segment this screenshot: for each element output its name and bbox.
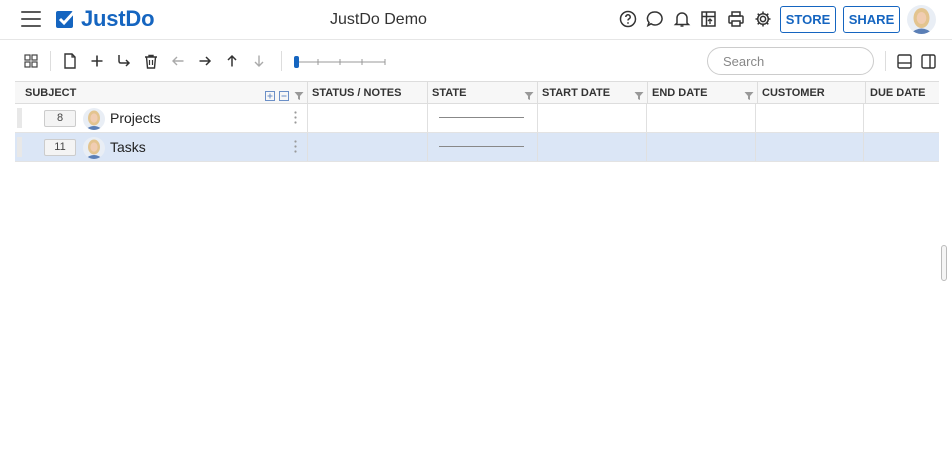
drag-handle[interactable]	[17, 137, 22, 157]
row-menu-icon[interactable]	[294, 140, 297, 153]
hamburger-menu-icon[interactable]	[21, 11, 41, 27]
collapse-all-icon[interactable]	[279, 87, 289, 101]
arrow-up-icon[interactable]	[224, 53, 240, 69]
task-title[interactable]: Projects	[110, 110, 161, 126]
logo-check-icon	[56, 9, 77, 28]
column-header-customer[interactable]: CUSTOMER	[758, 82, 866, 104]
filter-icon[interactable]	[744, 87, 754, 100]
toolbar-divider	[50, 51, 51, 71]
toolbar-divider	[281, 51, 282, 71]
column-header-state[interactable]: STATE	[428, 82, 538, 104]
add-subtask-icon[interactable]	[116, 53, 132, 69]
column-label: END DATE	[652, 87, 708, 99]
filter-icon[interactable]	[524, 87, 534, 100]
add-icon[interactable]	[89, 53, 105, 69]
top-navbar: JustDo JustDo Demo STORE SHARE	[0, 0, 952, 40]
column-label: STATUS / NOTES	[312, 87, 402, 99]
subject-cell[interactable]: 8 Projects	[15, 104, 308, 132]
column-label: DUE DATE	[870, 87, 926, 99]
apps-icon[interactable]	[700, 10, 718, 28]
due-date-cell[interactable]	[864, 104, 939, 132]
customer-cell[interactable]	[756, 104, 864, 132]
row-menu-icon[interactable]	[294, 111, 297, 124]
bell-icon[interactable]	[673, 10, 691, 28]
grid-header: SUBJECT STATUS / NOTES STATE START DATE	[15, 81, 939, 104]
column-header-subject[interactable]: SUBJECT	[15, 82, 308, 104]
help-icon[interactable]	[619, 10, 637, 28]
state-cell[interactable]	[428, 104, 538, 132]
share-button[interactable]: SHARE	[843, 6, 900, 33]
subject-cell[interactable]: 11 Tasks	[15, 133, 308, 161]
delete-icon[interactable]	[143, 53, 159, 69]
arrow-left-icon[interactable]	[170, 53, 186, 69]
customer-cell[interactable]	[756, 133, 864, 161]
logo-text: JustDo	[81, 6, 155, 31]
table-row[interactable]: 11 Tasks	[15, 133, 939, 162]
split-horizontal-icon[interactable]	[896, 53, 912, 69]
justdo-logo[interactable]: JustDo	[55, 6, 155, 31]
owner-avatar[interactable]	[83, 108, 105, 130]
state-cell[interactable]	[428, 133, 538, 161]
filter-icon[interactable]	[294, 87, 304, 100]
state-empty-line	[439, 146, 524, 147]
user-avatar[interactable]	[907, 5, 936, 34]
grid-view-icon[interactable]	[23, 53, 39, 69]
top-icons-group	[619, 10, 772, 28]
start-date-cell[interactable]	[538, 104, 647, 132]
arrow-down-icon[interactable]	[251, 53, 267, 69]
zoom-slider[interactable]	[294, 55, 386, 68]
print-icon[interactable]	[727, 10, 745, 28]
column-header-due-date[interactable]: DUE DATE	[866, 82, 939, 104]
start-date-cell[interactable]	[538, 133, 647, 161]
toolbar-divider	[885, 51, 886, 71]
arrow-right-icon[interactable]	[197, 53, 213, 69]
column-label: STATE	[432, 87, 467, 99]
search-input[interactable]	[707, 47, 874, 75]
drag-handle[interactable]	[17, 108, 22, 128]
column-label: CUSTOMER	[762, 87, 825, 99]
column-header-start-date[interactable]: START DATE	[538, 82, 648, 104]
settings-icon[interactable]	[754, 10, 772, 28]
state-empty-line	[439, 117, 524, 118]
chat-icon[interactable]	[646, 10, 664, 28]
side-panel-toggle[interactable]	[941, 245, 947, 281]
task-seq-id: 8	[44, 110, 76, 127]
store-button[interactable]: STORE	[780, 6, 836, 33]
filter-icon[interactable]	[634, 87, 644, 100]
column-label: SUBJECT	[25, 87, 77, 99]
project-title[interactable]: JustDo Demo	[330, 11, 427, 29]
new-file-icon[interactable]	[62, 53, 78, 69]
column-header-end-date[interactable]: END DATE	[648, 82, 758, 104]
split-vertical-icon[interactable]	[920, 53, 936, 69]
column-header-status[interactable]: STATUS / NOTES	[308, 82, 428, 104]
owner-avatar[interactable]	[83, 137, 105, 159]
status-cell[interactable]	[308, 133, 428, 161]
task-seq-id: 11	[44, 139, 76, 156]
expand-all-icon[interactable]	[265, 87, 275, 101]
toolbar	[0, 41, 952, 81]
table-row[interactable]: 8 Projects	[15, 104, 939, 133]
column-label: START DATE	[542, 87, 611, 99]
status-cell[interactable]	[308, 104, 428, 132]
task-grid: SUBJECT STATUS / NOTES STATE START DATE	[15, 81, 939, 162]
task-title[interactable]: Tasks	[110, 139, 146, 155]
due-date-cell[interactable]	[864, 133, 939, 161]
end-date-cell[interactable]	[647, 104, 756, 132]
end-date-cell[interactable]	[647, 133, 756, 161]
